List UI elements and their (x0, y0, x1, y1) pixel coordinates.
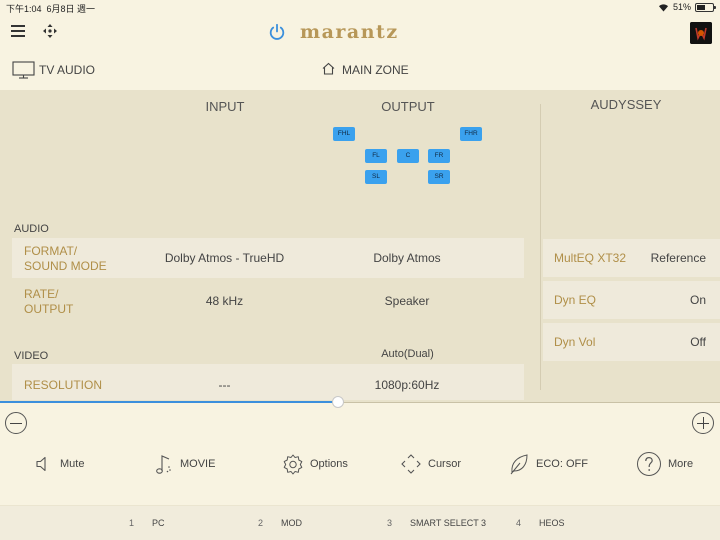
speaker-fhr: FHR (460, 127, 482, 141)
format-input-value: Dolby Atmos - TrueHD (164, 251, 285, 265)
rate-input-value: 48 kHz (205, 294, 244, 308)
resolution-label: RESOLUTION (24, 378, 103, 392)
audyssey-dyneq-row: Dyn EQ On (543, 281, 720, 319)
quick-select-2-label: MOD (281, 518, 303, 528)
quick-select-3[interactable]: 3 SMART SELECT 3 (387, 518, 486, 528)
volume-slider-fill (0, 401, 338, 403)
input-header: INPUT (205, 99, 245, 114)
volume-up-button[interactable] (692, 412, 714, 434)
quick-select-2-number: 2 (258, 518, 264, 528)
power-icon[interactable] (268, 23, 286, 41)
mute-label: Mute (60, 458, 85, 470)
dyneq-label: Dyn EQ (554, 293, 597, 307)
audyssey-header: AUDYSSEY (590, 97, 662, 112)
home-icon[interactable] (322, 62, 335, 75)
multeq-value: Reference (650, 251, 706, 265)
zone-bar: TV AUDIO MAIN ZONE (0, 50, 720, 90)
quick-select-3-label: SMART SELECT 3 (410, 518, 487, 528)
cursor-arrows-icon (401, 454, 421, 474)
gear-icon (283, 454, 303, 475)
zone-name[interactable]: MAIN ZONE (342, 63, 409, 77)
format-label-line1: FORMAT/ (24, 244, 78, 258)
speaker-c: C (397, 149, 419, 163)
volume-slider-handle[interactable] (332, 396, 344, 408)
rate-label-line2: OUTPUT (24, 302, 74, 316)
video-section-label: VIDEO (14, 350, 49, 362)
quick-select-4[interactable]: 4 HEOS (516, 518, 565, 528)
quick-select-1[interactable]: 1 PC (129, 518, 165, 528)
audyssey-multeq-row: MultEQ XT32 Reference (543, 239, 720, 277)
status-bar: 下午1:04 6月8日 週一 51% (0, 0, 720, 14)
options-button[interactable]: Options (282, 448, 348, 480)
speaker-icon (36, 456, 46, 472)
cursor-button[interactable]: Cursor (400, 448, 461, 480)
column-divider (540, 104, 541, 390)
volume-down-button[interactable] (5, 412, 27, 434)
speaker-fhl: FHL (333, 127, 355, 141)
sound-mode-label: MOVIE (180, 458, 216, 470)
battery-fill (697, 4, 705, 10)
leaf-icon (510, 454, 528, 475)
format-label-line2: SOUND MODE (24, 259, 107, 273)
quick-select-1-number: 1 (129, 518, 135, 528)
eco-label: ECO: OFF (536, 458, 588, 470)
quick-select-3-number: 3 (387, 518, 393, 528)
more-label: More (668, 458, 694, 470)
speaker-fl: FL (365, 149, 387, 163)
format-row: FORMAT/SOUND MODE Dolby Atmos - TrueHD D… (12, 238, 524, 278)
cursor-label: Cursor (428, 458, 462, 470)
quick-select-4-label: HEOS (539, 518, 565, 528)
status-time: 下午1:04 (6, 4, 42, 14)
rate-output-value: Speaker (384, 294, 430, 308)
multeq-label: MultEQ XT32 (554, 251, 627, 265)
resolution-output-value: 1080p:60Hz (374, 378, 440, 392)
music-note-icon (156, 455, 171, 474)
format-output-value: Dolby Atmos (373, 251, 441, 265)
avatar[interactable] (690, 22, 712, 44)
help-circle-icon (637, 452, 661, 476)
info-panel: INPUT OUTPUT AUDYSSEY FHL FHR FL C FR SL… (0, 90, 720, 402)
tv-icon[interactable] (12, 61, 35, 79)
quick-select-1-label: PC (152, 518, 165, 528)
speaker-sr: SR (428, 170, 450, 184)
sound-mode-button[interactable]: MOVIE (154, 448, 215, 480)
battery-percent: 51% (672, 2, 691, 12)
speaker-fr: FR (428, 149, 450, 163)
wifi-icon (658, 3, 668, 11)
audyssey-dynvol-row: Dyn Vol Off (543, 323, 720, 361)
move-arrows-icon[interactable] (42, 23, 58, 39)
dyneq-value: On (689, 293, 706, 307)
dynvol-value: Off (690, 335, 706, 349)
speaker-sl: SL (365, 170, 387, 184)
quick-select-bar: 1 PC 2 MOD 3 SMART SELECT 3 4 HEOS (0, 505, 720, 540)
resolution-row: RESOLUTION --- 1080p:60Hz (12, 364, 524, 400)
brand-logo: marantz (300, 21, 399, 43)
format-label: FORMAT/SOUND MODE (24, 244, 107, 274)
source-label[interactable]: TV AUDIO (39, 63, 95, 77)
options-label: Options (310, 458, 348, 470)
rate-label: RATE/OUTPUT (24, 287, 73, 317)
top-bar: marantz (0, 14, 720, 50)
rate-row: RATE/OUTPUT 48 kHz Speaker (12, 279, 524, 321)
dynvol-label: Dyn Vol (554, 335, 596, 349)
menu-icon[interactable] (11, 25, 25, 37)
rate-label-line1: RATE/ (24, 287, 59, 301)
video-output-mode: Auto(Dual) (381, 348, 434, 360)
quick-select-2[interactable]: 2 MOD (258, 518, 302, 528)
status-date: 6月8日 週一 (46, 4, 96, 14)
mute-button[interactable]: Mute (34, 448, 84, 480)
resolution-input-value: --- (218, 378, 231, 392)
more-button[interactable]: More (636, 448, 693, 480)
eco-button[interactable]: ECO: OFF (508, 448, 588, 480)
audio-section-label: AUDIO (14, 223, 49, 235)
status-right: 51% (658, 2, 716, 12)
output-header: OUTPUT (381, 99, 435, 114)
quick-select-4-number: 4 (516, 518, 522, 528)
battery-icon (695, 2, 716, 12)
